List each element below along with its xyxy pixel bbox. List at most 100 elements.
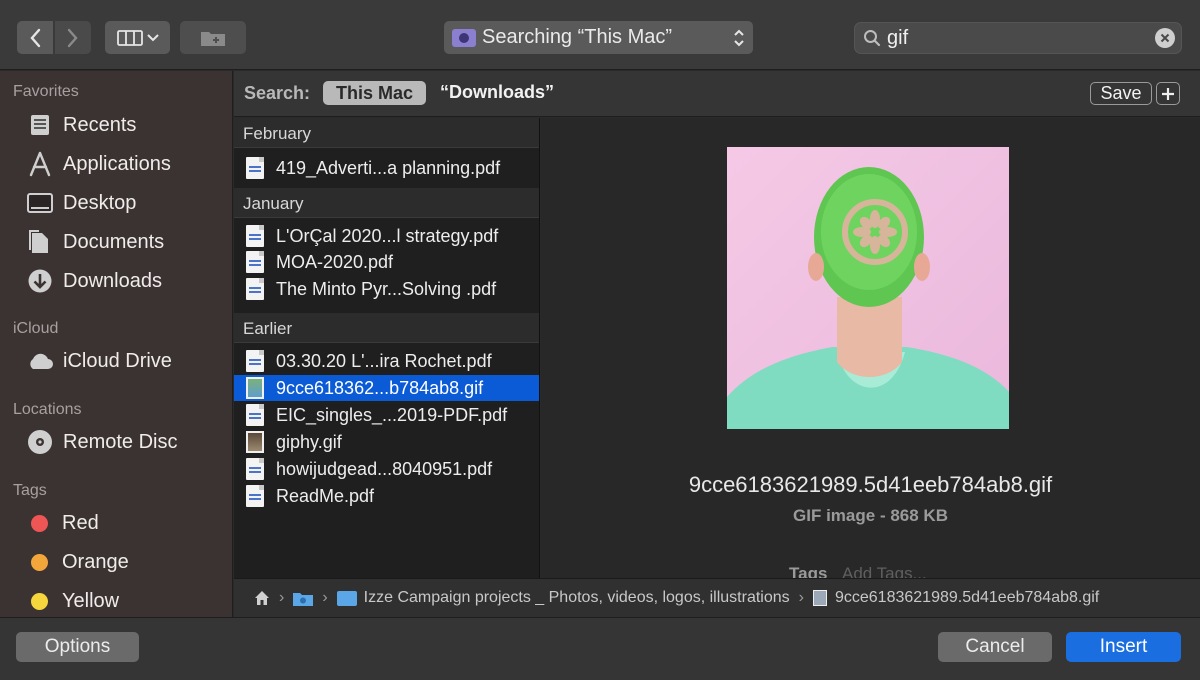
- pdf-file-icon: [246, 350, 264, 372]
- tag-color-dot: [31, 592, 48, 610]
- group-header-earlier: Earlier: [234, 313, 539, 343]
- scope-this-mac-button[interactable]: This Mac: [323, 81, 426, 105]
- file-row[interactable]: 03.30.20 L'...ira Rochet.pdf: [234, 348, 539, 374]
- path-separator-icon: ›: [798, 589, 804, 606]
- path-file-name[interactable]: 9cce6183621989.5d41eeb784ab8.gif: [835, 589, 1099, 607]
- sidebar-item-label: Applications: [63, 152, 171, 175]
- sidebar-item-icloud-drive[interactable]: iCloud Drive: [26, 345, 172, 377]
- sidebar: Favorites Recents Applications Desktop D…: [0, 71, 233, 617]
- location-popup[interactable]: Searching “This Mac”: [444, 21, 753, 54]
- search-scope-label: Search:: [244, 83, 311, 103]
- sidebar-item-remote-disc[interactable]: Remote Disc: [26, 426, 177, 458]
- file-row[interactable]: MOA-2020.pdf: [234, 249, 539, 275]
- sidebar-item-label: Remote Disc: [63, 430, 178, 453]
- new-folder-icon: [201, 31, 225, 46]
- file-row[interactable]: EIC_singles_...2019-PDF.pdf: [234, 402, 539, 428]
- sidebar-section-favorites: Favorites: [13, 83, 79, 100]
- sidebar-item-label: Documents: [63, 230, 165, 253]
- forward-button[interactable]: [55, 21, 91, 54]
- gif-file-icon: [246, 377, 264, 399]
- add-criteria-button[interactable]: [1156, 82, 1180, 105]
- sidebar-item-tag-red[interactable]: Red: [26, 507, 99, 539]
- file-name: 9cce618362...b784ab8.gif: [276, 377, 484, 398]
- pdf-file-icon: [246, 458, 264, 480]
- pdf-file-icon: [246, 278, 264, 300]
- scope-folder-icon[interactable]: [293, 591, 314, 606]
- file-name: 419_Adverti...a planning.pdf: [276, 157, 501, 178]
- file-name: EIC_singles_...2019-PDF.pdf: [276, 404, 508, 425]
- file-row[interactable]: 419_Adverti...a planning.pdf: [234, 155, 539, 181]
- group-header-january: January: [234, 188, 539, 218]
- preview-tags-label: Tags: [789, 564, 828, 578]
- path-folder-name[interactable]: Izze Campaign projects _ Photos, videos,…: [364, 589, 790, 607]
- sidebar-item-label: Orange: [62, 550, 129, 573]
- chevron-left-icon: [30, 28, 41, 47]
- file-row[interactable]: howijudgead...8040951.pdf: [234, 456, 539, 482]
- preview-pane: 9cce6183621989.5d41eeb784ab8.gif GIF ima…: [541, 118, 1200, 578]
- sidebar-item-tag-orange[interactable]: Orange: [26, 546, 129, 578]
- new-folder-button[interactable]: [180, 21, 246, 54]
- file-name: 03.30.20 L'...ira Rochet.pdf: [276, 350, 492, 371]
- tag-color-dot: [31, 553, 48, 571]
- gif-file-icon: [246, 431, 264, 453]
- file-row-selected[interactable]: 9cce618362...b784ab8.gif: [234, 375, 539, 401]
- home-icon[interactable]: [254, 590, 270, 606]
- path-separator-icon: ›: [279, 589, 285, 606]
- sidebar-item-label: Downloads: [63, 269, 162, 292]
- view-mode-button[interactable]: [105, 21, 170, 54]
- applications-icon: [26, 150, 54, 178]
- scope-downloads-button[interactable]: “Downloads”: [440, 82, 554, 103]
- chevron-down-icon: [146, 33, 159, 41]
- add-tags-field[interactable]: Add Tags...: [842, 564, 927, 578]
- sidebar-item-recents[interactable]: Recents: [26, 109, 136, 141]
- sidebar-item-applications[interactable]: Applications: [26, 148, 171, 180]
- insert-button[interactable]: Insert: [1066, 632, 1181, 662]
- sidebar-item-label: Recents: [63, 113, 137, 136]
- file-name: howijudgead...8040951.pdf: [276, 458, 493, 479]
- search-scope-bar: Search: This Mac “Downloads” Save: [234, 71, 1200, 117]
- file-name: giphy.gif: [276, 431, 342, 452]
- preview-thumbnail: [727, 147, 1009, 429]
- file-row[interactable]: ReadMe.pdf: [234, 483, 539, 509]
- pdf-file-icon: [246, 251, 264, 273]
- gif-file-icon: [812, 590, 827, 606]
- search-input[interactable]: [887, 26, 1137, 50]
- file-row[interactable]: The Minto Pyr...Solving .pdf: [234, 276, 539, 302]
- sidebar-item-tag-yellow[interactable]: Yellow: [26, 585, 119, 617]
- tag-color-dot: [31, 514, 48, 532]
- sidebar-item-downloads[interactable]: Downloads: [26, 265, 162, 297]
- file-name: The Minto Pyr...Solving .pdf: [276, 278, 497, 299]
- search-field[interactable]: [854, 22, 1182, 54]
- pdf-file-icon: [246, 404, 264, 426]
- sidebar-item-label: Desktop: [63, 191, 137, 214]
- path-separator-icon: ›: [322, 589, 328, 606]
- save-search-button[interactable]: Save: [1090, 82, 1152, 105]
- location-label: Searching “This Mac”: [482, 26, 673, 48]
- file-name: ReadMe.pdf: [276, 485, 375, 506]
- pdf-file-icon: [246, 485, 264, 507]
- search-scope-icon: [452, 28, 476, 47]
- back-button[interactable]: [17, 21, 53, 54]
- pdf-file-icon: [246, 225, 264, 247]
- toolbar: Searching “This Mac”: [0, 0, 1200, 70]
- file-name: MOA-2020.pdf: [276, 251, 394, 272]
- updown-chevron-icon: [734, 29, 744, 47]
- sidebar-item-label: Yellow: [62, 589, 120, 612]
- close-icon: [1160, 33, 1170, 43]
- sidebar-item-documents[interactable]: Documents: [26, 226, 164, 258]
- columns-view-icon: [116, 29, 143, 46]
- clear-search-button[interactable]: [1155, 28, 1175, 48]
- sidebar-item-desktop[interactable]: Desktop: [26, 187, 136, 219]
- cloud-icon: [26, 347, 54, 375]
- recents-icon: [26, 111, 54, 139]
- file-row[interactable]: giphy.gif: [234, 429, 539, 455]
- search-icon: [864, 30, 881, 47]
- chevron-right-icon: [67, 28, 78, 47]
- cancel-button[interactable]: Cancel: [938, 632, 1052, 662]
- options-button[interactable]: Options: [16, 632, 139, 662]
- downloads-icon: [26, 267, 54, 295]
- path-bar: › › Izze Campaign projects _ Photos, vid…: [234, 578, 1200, 617]
- disc-icon: [26, 428, 54, 456]
- file-row[interactable]: L'OrÇal 2020...l strategy.pdf: [234, 223, 539, 249]
- desktop-icon: [26, 189, 54, 217]
